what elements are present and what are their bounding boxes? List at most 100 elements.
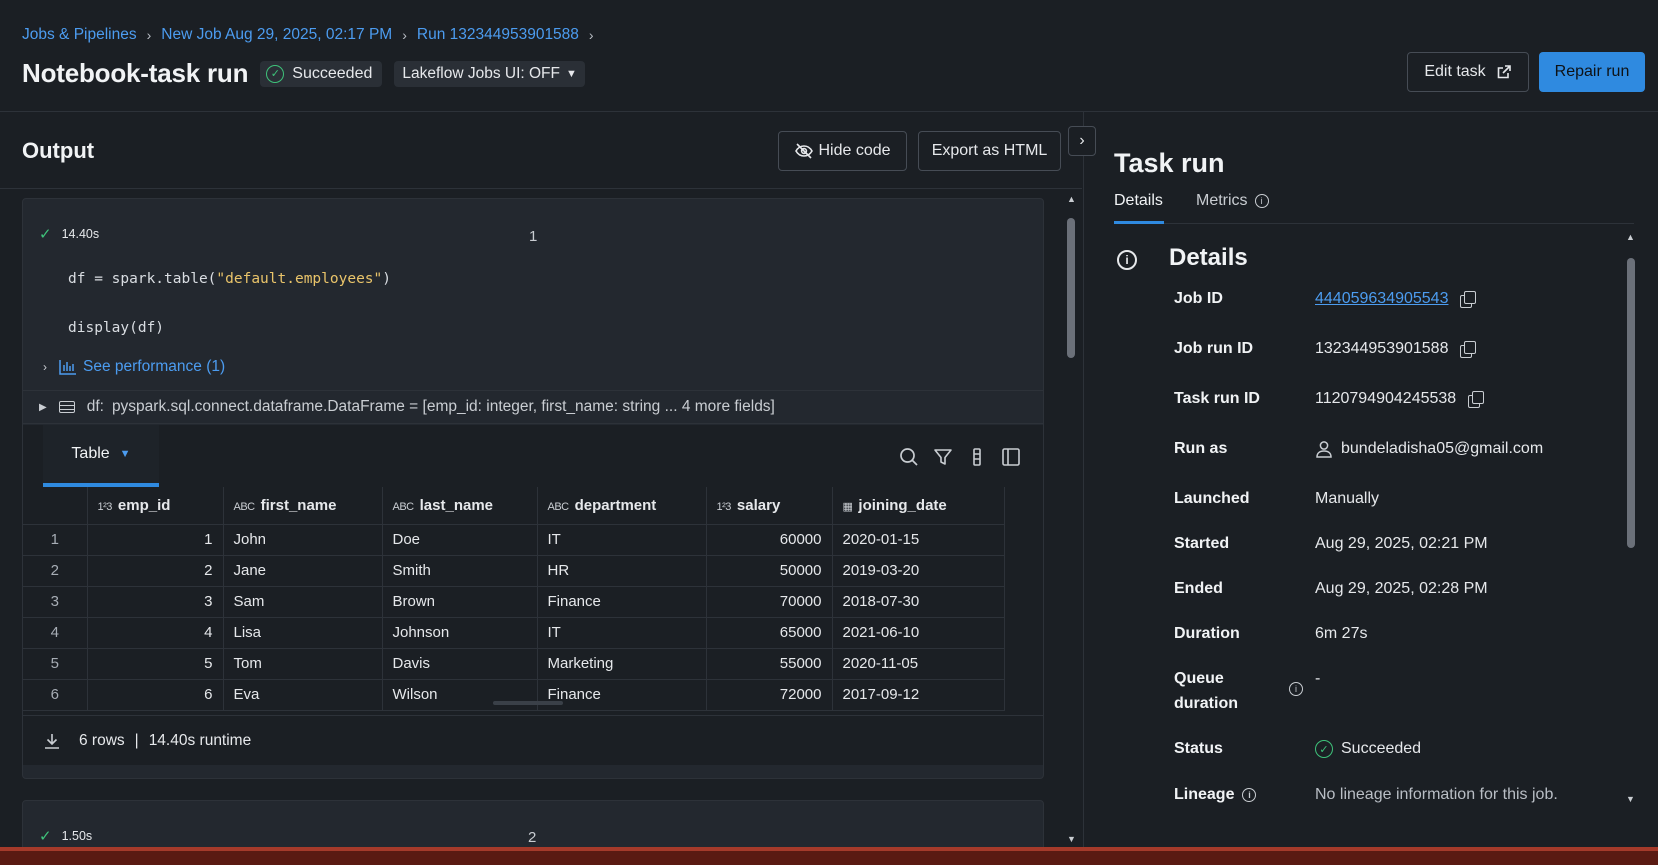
tab-metrics[interactable]: Metrics i [1196, 192, 1269, 224]
see-performance-link[interactable]: › See performance (1) [43, 358, 225, 376]
notebook-cell: ✓ 14.40s 1 df = spark.table("default.emp… [22, 198, 1044, 779]
horizontal-scrollbar[interactable] [493, 701, 563, 705]
columns-icon[interactable] [967, 447, 987, 467]
task-run-panel: Task run Details Metrics i i Details Job… [1083, 112, 1658, 847]
table-row[interactable]: 6 6 Eva Wilson Finance 72000 2017-09-12 [23, 679, 1005, 711]
copy-icon[interactable] [1460, 341, 1477, 358]
tab-metrics-label: Metrics [1196, 192, 1248, 209]
column-header-joining-date[interactable]: ▦ joining_date [832, 487, 1005, 525]
cell-joining-date: 2017-09-12 [832, 679, 1005, 711]
row-number: 5 [23, 648, 88, 680]
copy-icon[interactable] [1468, 391, 1485, 408]
column-header-emp-id[interactable]: 1²3 emp_id [87, 487, 224, 525]
cell-salary: 55000 [706, 648, 833, 680]
cell-first-name: Tom [223, 648, 383, 680]
detail-label: duration [1174, 695, 1238, 712]
sidebar-toggle-icon[interactable] [1001, 447, 1021, 467]
search-icon[interactable] [899, 447, 919, 467]
hide-code-label: Hide code [818, 142, 891, 159]
cell-last-name: Wilson [382, 679, 538, 711]
collapse-panel-button[interactable]: › [1068, 126, 1096, 156]
cell-last-name: Brown [382, 586, 538, 618]
chevron-right-icon: › [146, 27, 152, 43]
dataframe-schema[interactable]: ▶ df: pyspark.sql.connect.dataframe.Data… [23, 390, 1043, 424]
filter-icon[interactable] [933, 447, 953, 467]
column-header-last-name[interactable]: ABC last_name [382, 487, 538, 525]
cell-first-name: Lisa [223, 617, 383, 649]
breadcrumb-jobs-pipelines[interactable]: Jobs & Pipelines [22, 26, 137, 44]
chevron-right-icon: › [588, 27, 594, 43]
hide-code-button[interactable]: Hide code [778, 131, 907, 171]
lakeflow-ui-toggle[interactable]: Lakeflow Jobs UI: OFF ▼ [394, 60, 585, 87]
table-row[interactable]: 2 2 Jane Smith HR 50000 2019-03-20 [23, 555, 1005, 587]
code-string: "default.employees" [216, 271, 383, 287]
table-toolbar [899, 447, 1021, 467]
cell-emp-id: 4 [87, 617, 224, 649]
scroll-up-icon[interactable]: ▲ [1626, 232, 1635, 242]
cell-salary: 60000 [706, 524, 833, 556]
cell-emp-id: 6 [87, 679, 224, 711]
tab-table-label: Table [71, 445, 110, 462]
cell-department: IT [537, 524, 707, 556]
table-row[interactable]: 4 4 Lisa Johnson IT 65000 2021-06-10 [23, 617, 1005, 649]
output-panel: Output Hide code Export as HTML ✓ 14.40s… [0, 112, 1082, 860]
info-icon: i [1254, 194, 1269, 208]
calendar-icon: ▦ [842, 500, 853, 513]
scroll-thumb[interactable] [1067, 218, 1075, 358]
tab-table[interactable]: Table ▼ [43, 425, 159, 487]
cell-emp-id: 1 [87, 524, 224, 556]
scroll-down-icon[interactable]: ▼ [1626, 794, 1635, 804]
table-row[interactable]: 5 5 Tom Davis Marketing 55000 2020-11-05 [23, 648, 1005, 680]
row-number: 2 [23, 555, 88, 587]
detail-label: Queue [1174, 670, 1224, 687]
job-id-link[interactable]: 444059634905543 [1315, 290, 1448, 308]
cell-salary: 72000 [706, 679, 833, 711]
row-number: 6 [23, 679, 88, 711]
table-row[interactable]: 3 3 Sam Brown Finance 70000 2018-07-30 [23, 586, 1005, 618]
column-name: emp_id [117, 496, 171, 514]
edit-task-button[interactable]: Edit task [1407, 52, 1529, 92]
cell-duration: 14.40s [61, 227, 100, 241]
vertical-scrollbar[interactable]: ▲ ▼ [1624, 232, 1638, 832]
download-icon[interactable] [43, 732, 61, 750]
column-header-first-name[interactable]: ABC first_name [223, 487, 383, 525]
info-icon[interactable]: i [1289, 682, 1303, 696]
code-line[interactable]: display(df) [68, 320, 164, 336]
column-name: last_name [419, 496, 493, 514]
breadcrumb-job[interactable]: New Job Aug 29, 2025, 02:17 PM [161, 26, 392, 44]
table-icon [58, 401, 75, 413]
integer-type-icon: 1²3 [97, 500, 113, 513]
detail-label: Task run ID [1174, 390, 1260, 407]
check-icon: ✓ [39, 226, 52, 243]
copy-icon[interactable] [1460, 291, 1477, 308]
row-count: 6 rows [79, 731, 125, 749]
duration-value: 6m 27s [1315, 625, 1368, 642]
cell-department: Finance [537, 586, 707, 618]
page-header: Jobs & Pipelines › New Job Aug 29, 2025,… [0, 0, 1658, 112]
export-html-button[interactable]: Export as HTML [918, 131, 1061, 171]
column-header-salary[interactable]: 1²3 salary [706, 487, 833, 525]
detail-label: Status [1174, 740, 1223, 757]
tab-details-label: Details [1114, 192, 1163, 209]
scroll-down-icon[interactable]: ▼ [1067, 834, 1076, 844]
scroll-thumb[interactable] [1627, 258, 1635, 548]
info-icon[interactable]: i [1242, 788, 1257, 802]
os-taskbar [0, 847, 1658, 865]
launched-value: Manually [1315, 490, 1380, 507]
repair-run-button[interactable]: Repair run [1539, 52, 1645, 92]
separator: | [134, 731, 139, 749]
divider [0, 188, 1082, 189]
tab-details[interactable]: Details [1114, 192, 1164, 224]
df-variable: df: [86, 398, 104, 415]
column-name: first_name [260, 496, 337, 514]
code-line[interactable]: df = spark.table("default.employees") [68, 271, 391, 287]
cell-status: ✓ 1.50s [39, 827, 92, 845]
cell-emp-id: 3 [87, 586, 224, 618]
user-icon [1316, 441, 1332, 458]
table-row[interactable]: 1 1 John Doe IT 60000 2020-01-15 [23, 524, 1005, 556]
chevron-right-icon: › [43, 360, 47, 374]
breadcrumb-run[interactable]: Run 132344953901588 [417, 26, 579, 44]
column-header-department[interactable]: ABC department [537, 487, 707, 525]
scroll-up-icon[interactable]: ▲ [1067, 194, 1076, 204]
vertical-scrollbar[interactable]: ▲ ▼ [1064, 194, 1078, 844]
